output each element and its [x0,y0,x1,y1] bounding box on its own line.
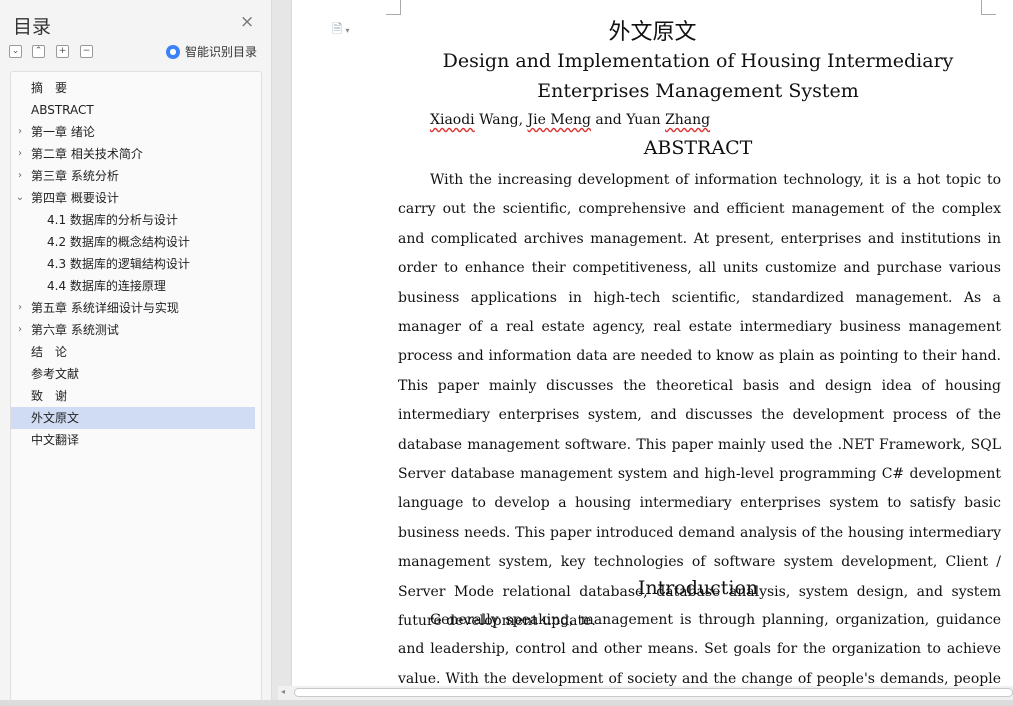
toc-item[interactable]: › 第五章 系统详细设计与实现 [11,297,255,319]
horizontal-scrollbar[interactable]: ◂ [278,686,1013,700]
margin-corner-left [386,0,401,15]
close-icon[interactable]: × [240,14,254,31]
chevron-down-icon[interactable]: ⌄ [15,187,25,209]
author-rest: Wang, [474,112,528,128]
status-bar [0,700,1013,706]
margin-corner-right [981,0,996,15]
ai-recognize-label: 智能识别目录 [185,45,258,59]
introduction-paragraph: Generally speaking, management is throug… [398,612,1001,686]
authors-line: Xiaodi Wang, Jie Meng and Yuan Zhang [430,112,710,128]
toc-item[interactable]: › 第一章 绪论 [11,121,255,143]
toc-item-label: 结 论 [31,345,68,359]
author-second: Jie Meng [527,112,591,128]
toc-item[interactable]: 结 论 [11,341,255,363]
toc-item-label: 第一章 绪论 [31,125,95,139]
abstract-heading: ABSTRACT [643,137,753,159]
chevron-right-icon[interactable]: › [15,143,25,165]
chevron-right-icon[interactable]: › [15,165,25,187]
remove-entry-button[interactable]: − [80,45,93,58]
add-entry-button[interactable]: + [56,45,69,58]
toc-item-label: ABSTRACT [31,103,94,117]
ai-recognize-icon: ● [166,44,180,59]
toc-item-label: 4.3 数据库的逻辑结构设计 [47,257,190,271]
chevron-right-icon[interactable]: › [15,297,25,319]
toc-item[interactable]: › 第六章 系统测试 [11,319,255,341]
toc-item-label: 参考文献 [31,367,80,381]
sidebar-title: 目录 [13,16,52,38]
toc-item[interactable]: 致 谢 [11,385,255,407]
toc-item-label: 4.1 数据库的分析与设计 [47,213,178,227]
toc-item[interactable]: ⌄ 第四章 概要设计 [11,187,255,209]
toc-list: 摘 要 ABSTRACT › 第一章 绪论 › 第二章 相关技术简介 › 第三章 系统分析 ⌄ 第… [10,71,262,701]
toc-item[interactable]: 4.1 数据库的分析与设计 [11,209,255,231]
introduction-heading: Introduction [637,577,759,599]
author-separator: and Yuan [590,112,666,128]
toc-item-label: 第五章 系统详细设计与实现 [31,301,179,315]
toc-item[interactable]: 参考文献 [11,363,255,385]
toc-item-label: 第二章 相关技术简介 [31,147,143,161]
toc-item-label: 第三章 系统分析 [31,169,119,183]
collapse-all-button[interactable]: ⌄ [9,45,22,58]
document-page[interactable]: 🗎 ▾ 外文原文 Design and Implementation of Hou… [292,0,1013,686]
scrollbar-thumb[interactable] [294,688,1013,697]
toc-item-label: 第四章 概要设计 [31,191,119,205]
toc-item[interactable]: 外文原文 [11,407,255,429]
toc-item[interactable]: 中文翻译 [11,429,255,451]
toc-item[interactable]: 4.4 数据库的连接原理 [11,275,255,297]
toc-item[interactable]: ABSTRACT [11,99,255,121]
toc-item-label: 4.4 数据库的连接原理 [47,279,166,293]
toc-item-label: 致 谢 [31,389,68,403]
toc-item[interactable]: 4.3 数据库的逻辑结构设计 [11,253,255,275]
author-third: Zhang [665,112,711,128]
document-title-cn: 外文原文 [608,20,697,45]
toc-item-label: 4.2 数据库的概念结构设计 [47,235,190,249]
scroll-left-icon[interactable]: ◂ [281,687,285,696]
toc-item-label: 外文原文 [31,411,80,425]
chevron-right-icon[interactable]: › [15,121,25,143]
document-area: 🗎 ▾ 外文原文 Design and Implementation of Hou… [272,0,1013,706]
toc-item[interactable]: › 第二章 相关技术简介 [11,143,255,165]
abstract-paragraph: With the increasing development of infor… [398,172,1001,630]
toc-item[interactable]: 摘 要 [11,77,255,99]
toc-sidebar: 目录 × ⌄ ⌃ + − ● 智能识别目录 摘 要 ABSTRACT › 第一章 绪论… [0,0,272,706]
chevron-right-icon[interactable]: › [15,319,25,341]
toc-item-label: 摘 要 [31,81,68,95]
collapse-up-button[interactable]: ⌃ [32,45,45,58]
toc-item-label: 第六章 系统测试 [31,323,119,337]
toc-item[interactable]: 4.2 数据库的概念结构设计 [11,231,255,253]
document-title-en: Design and Implementation of Housing Int… [442,50,954,102]
toc-item-label: 中文翻译 [31,433,80,447]
ai-recognize-toc-button[interactable]: ● 智能识别目录 [166,43,257,60]
author-first-name: Xiaodi [430,112,475,128]
toc-item[interactable]: › 第三章 系统分析 [11,165,255,187]
